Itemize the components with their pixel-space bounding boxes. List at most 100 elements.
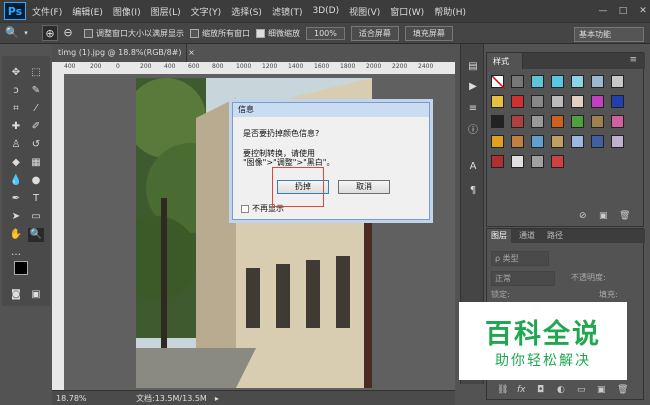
clone-stamp-icon[interactable]: ♙	[8, 138, 24, 152]
style-swatch[interactable]	[611, 75, 624, 88]
path-select-icon[interactable]: ➤	[8, 210, 24, 224]
adjustment-layer-icon[interactable]: ◐	[557, 385, 565, 395]
dodge-tool-icon[interactable]: ●	[28, 174, 44, 188]
eyedropper-tool-icon[interactable]: ⁄	[28, 102, 44, 116]
healing-brush-icon[interactable]: ✚	[8, 120, 24, 134]
type-tool-icon[interactable]: T	[28, 192, 44, 206]
delete-layer-icon[interactable]: 🗑	[617, 385, 628, 395]
style-swatch[interactable]	[491, 115, 504, 128]
close-tab-icon[interactable]: ×	[188, 48, 195, 57]
more-tools-icon[interactable]: …	[8, 246, 24, 260]
quick-mask-icon[interactable]: ◙	[8, 288, 24, 302]
zoom-out-icon[interactable]: ⊖	[60, 25, 76, 41]
resize-windows-checkbox[interactable]	[84, 28, 93, 38]
tab-layers[interactable]: 图层	[487, 229, 511, 243]
style-swatch[interactable]	[531, 95, 544, 108]
lasso-tool-icon[interactable]: ↄ	[8, 84, 24, 98]
cancel-button[interactable]: 取消	[338, 180, 390, 194]
menu-window[interactable]: 窗口(W)	[390, 5, 424, 18]
style-swatch[interactable]	[551, 75, 564, 88]
style-swatch[interactable]	[611, 135, 624, 148]
style-swatch[interactable]	[511, 115, 524, 128]
maximize-icon[interactable]: □	[616, 5, 630, 17]
chevron-right-icon[interactable]: ▸	[215, 394, 219, 403]
new-layer-icon[interactable]: ▣	[597, 385, 606, 395]
brush-tool-icon[interactable]: ✐	[28, 120, 44, 134]
fx-icon[interactable]: fx	[517, 385, 526, 395]
add-mask-icon[interactable]: ◘	[537, 385, 544, 395]
tab-channels[interactable]: 通道	[515, 229, 539, 243]
workspace-select[interactable]: 基本功能	[574, 27, 644, 42]
actions-panel-icon[interactable]: ▶	[466, 80, 480, 94]
hand-tool-icon[interactable]: ✋	[8, 228, 24, 242]
menu-help[interactable]: 帮助(H)	[434, 5, 466, 18]
style-swatch[interactable]	[591, 135, 604, 148]
crop-tool-icon[interactable]: ⌗	[8, 102, 24, 116]
style-swatch[interactable]	[591, 115, 604, 128]
foreground-color-swatch[interactable]	[14, 261, 28, 275]
blur-tool-icon[interactable]: 💧	[8, 174, 24, 188]
menu-view[interactable]: 视图(V)	[349, 5, 380, 18]
style-swatch[interactable]	[531, 75, 544, 88]
style-swatch[interactable]	[611, 115, 624, 128]
style-swatch[interactable]	[571, 135, 584, 148]
menu-edit[interactable]: 编辑(E)	[72, 5, 103, 18]
style-swatch[interactable]	[551, 115, 564, 128]
style-swatch-none[interactable]	[491, 75, 506, 90]
style-swatch[interactable]	[591, 95, 604, 108]
paragraph-panel-icon[interactable]: ¶	[466, 184, 480, 198]
move-tool-icon[interactable]: ✥	[8, 66, 24, 80]
style-swatch[interactable]	[511, 95, 524, 108]
quick-select-tool-icon[interactable]: ✎	[28, 84, 44, 98]
chevron-down-icon[interactable]: ▾	[22, 25, 30, 41]
style-swatch[interactable]	[551, 95, 564, 108]
style-swatch[interactable]	[551, 155, 564, 168]
history-panel-icon[interactable]: ▤	[466, 60, 480, 74]
style-swatch[interactable]	[491, 95, 504, 108]
style-swatch[interactable]	[611, 95, 624, 108]
styles-tab[interactable]: 样式	[487, 53, 523, 69]
style-swatch[interactable]	[511, 155, 524, 168]
style-swatch[interactable]	[571, 115, 584, 128]
tab-paths[interactable]: 路径	[543, 229, 567, 243]
eraser-tool-icon[interactable]: ◆	[8, 156, 24, 170]
style-swatch[interactable]	[551, 135, 564, 148]
delete-style-icon[interactable]: 🗑	[619, 211, 630, 221]
new-style-icon[interactable]: ▣	[599, 211, 608, 221]
zoom-tool-selected-icon[interactable]: 🔍	[28, 228, 44, 242]
new-group-icon[interactable]: ▭	[577, 385, 586, 395]
style-swatch[interactable]	[531, 115, 544, 128]
style-swatch[interactable]	[591, 75, 604, 88]
menu-file[interactable]: 文件(F)	[32, 5, 62, 18]
menu-layer[interactable]: 图层(L)	[151, 5, 181, 18]
style-swatch[interactable]	[491, 155, 504, 168]
style-swatch[interactable]	[511, 75, 524, 88]
zoom-tool-icon[interactable]: 🔍	[4, 25, 20, 41]
panel-menu-icon[interactable]: ≡	[629, 55, 637, 65]
scrubby-zoom-checkbox[interactable]	[256, 28, 265, 38]
style-swatch[interactable]	[491, 135, 504, 148]
status-zoom[interactable]: 18.78%	[56, 394, 116, 403]
document-tab[interactable]: timg (1).jpg @ 18.8%(RGB/8#) ×	[52, 44, 195, 62]
dont-show-again-checkbox[interactable]	[241, 205, 249, 213]
link-layers-icon[interactable]: ⛓	[497, 385, 508, 395]
screen-mode-icon[interactable]: ▣	[28, 288, 44, 302]
style-swatch[interactable]	[531, 135, 544, 148]
zoom-in-icon[interactable]: ⊕	[42, 25, 58, 41]
layer-filter-kind[interactable]: ρ 类型	[491, 251, 549, 266]
shape-tool-icon[interactable]: ▭	[28, 210, 44, 224]
menu-image[interactable]: 图像(I)	[113, 5, 141, 18]
menu-3d[interactable]: 3D(D)	[312, 6, 339, 16]
style-swatch[interactable]	[511, 135, 524, 148]
menu-type[interactable]: 文字(Y)	[191, 5, 222, 18]
zoom-100-button[interactable]: 100%	[306, 26, 345, 40]
style-swatch[interactable]	[571, 75, 584, 88]
info-panel-icon[interactable]: ⓘ	[466, 124, 480, 138]
zoom-all-checkbox[interactable]	[190, 28, 199, 38]
fit-screen-button[interactable]: 适合屏幕	[350, 25, 399, 41]
blend-mode-select[interactable]: 正常	[491, 271, 555, 286]
fill-screen-button[interactable]: 填充屏幕	[404, 25, 453, 41]
minimize-icon[interactable]: —	[596, 5, 610, 17]
clear-style-icon[interactable]: ⊘	[579, 211, 587, 221]
history-brush-icon[interactable]: ↺	[28, 138, 44, 152]
